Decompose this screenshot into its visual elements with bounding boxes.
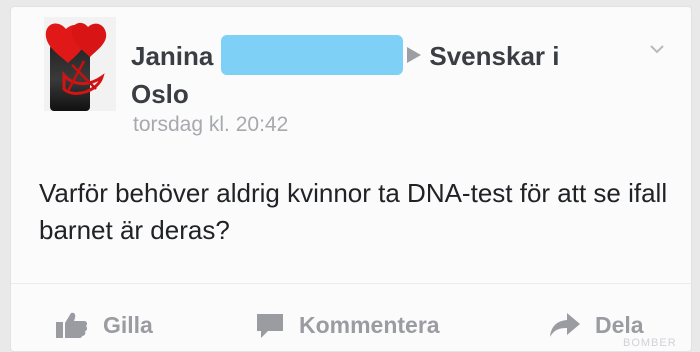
avatar[interactable] (44, 17, 116, 111)
watermark: BOMBER (623, 337, 677, 349)
heart-sticker-icon (45, 22, 107, 95)
comment-label: Kommentera (299, 311, 440, 338)
author-name[interactable]: Janina (131, 41, 213, 71)
group-name[interactable]: Svenskar i (429, 41, 559, 71)
group-name-continued[interactable]: Oslo (131, 79, 189, 109)
comment-button[interactable]: Kommentera (255, 305, 440, 345)
divider (11, 283, 691, 284)
redaction-overlay (221, 35, 404, 75)
share-label: Dela (595, 311, 644, 338)
author-line: Janina Svenskar i Oslo (131, 35, 651, 113)
chevron-down-icon[interactable] (649, 41, 665, 57)
thumbs-up-icon (56, 312, 88, 338)
arrow-right-icon (407, 47, 422, 63)
post-text: Varför behöver aldrig kvinnor ta DNA-tes… (39, 178, 668, 245)
post-timestamp[interactable]: torsdag kl. 20:42 (133, 113, 288, 137)
comment-bubble-icon (257, 314, 283, 338)
like-button[interactable]: Gilla (55, 305, 153, 345)
post-card: Janina Svenskar i Oslo torsdag kl. 20:42 … (10, 6, 692, 352)
like-label: Gilla (103, 311, 153, 338)
share-arrow-icon (550, 313, 580, 337)
